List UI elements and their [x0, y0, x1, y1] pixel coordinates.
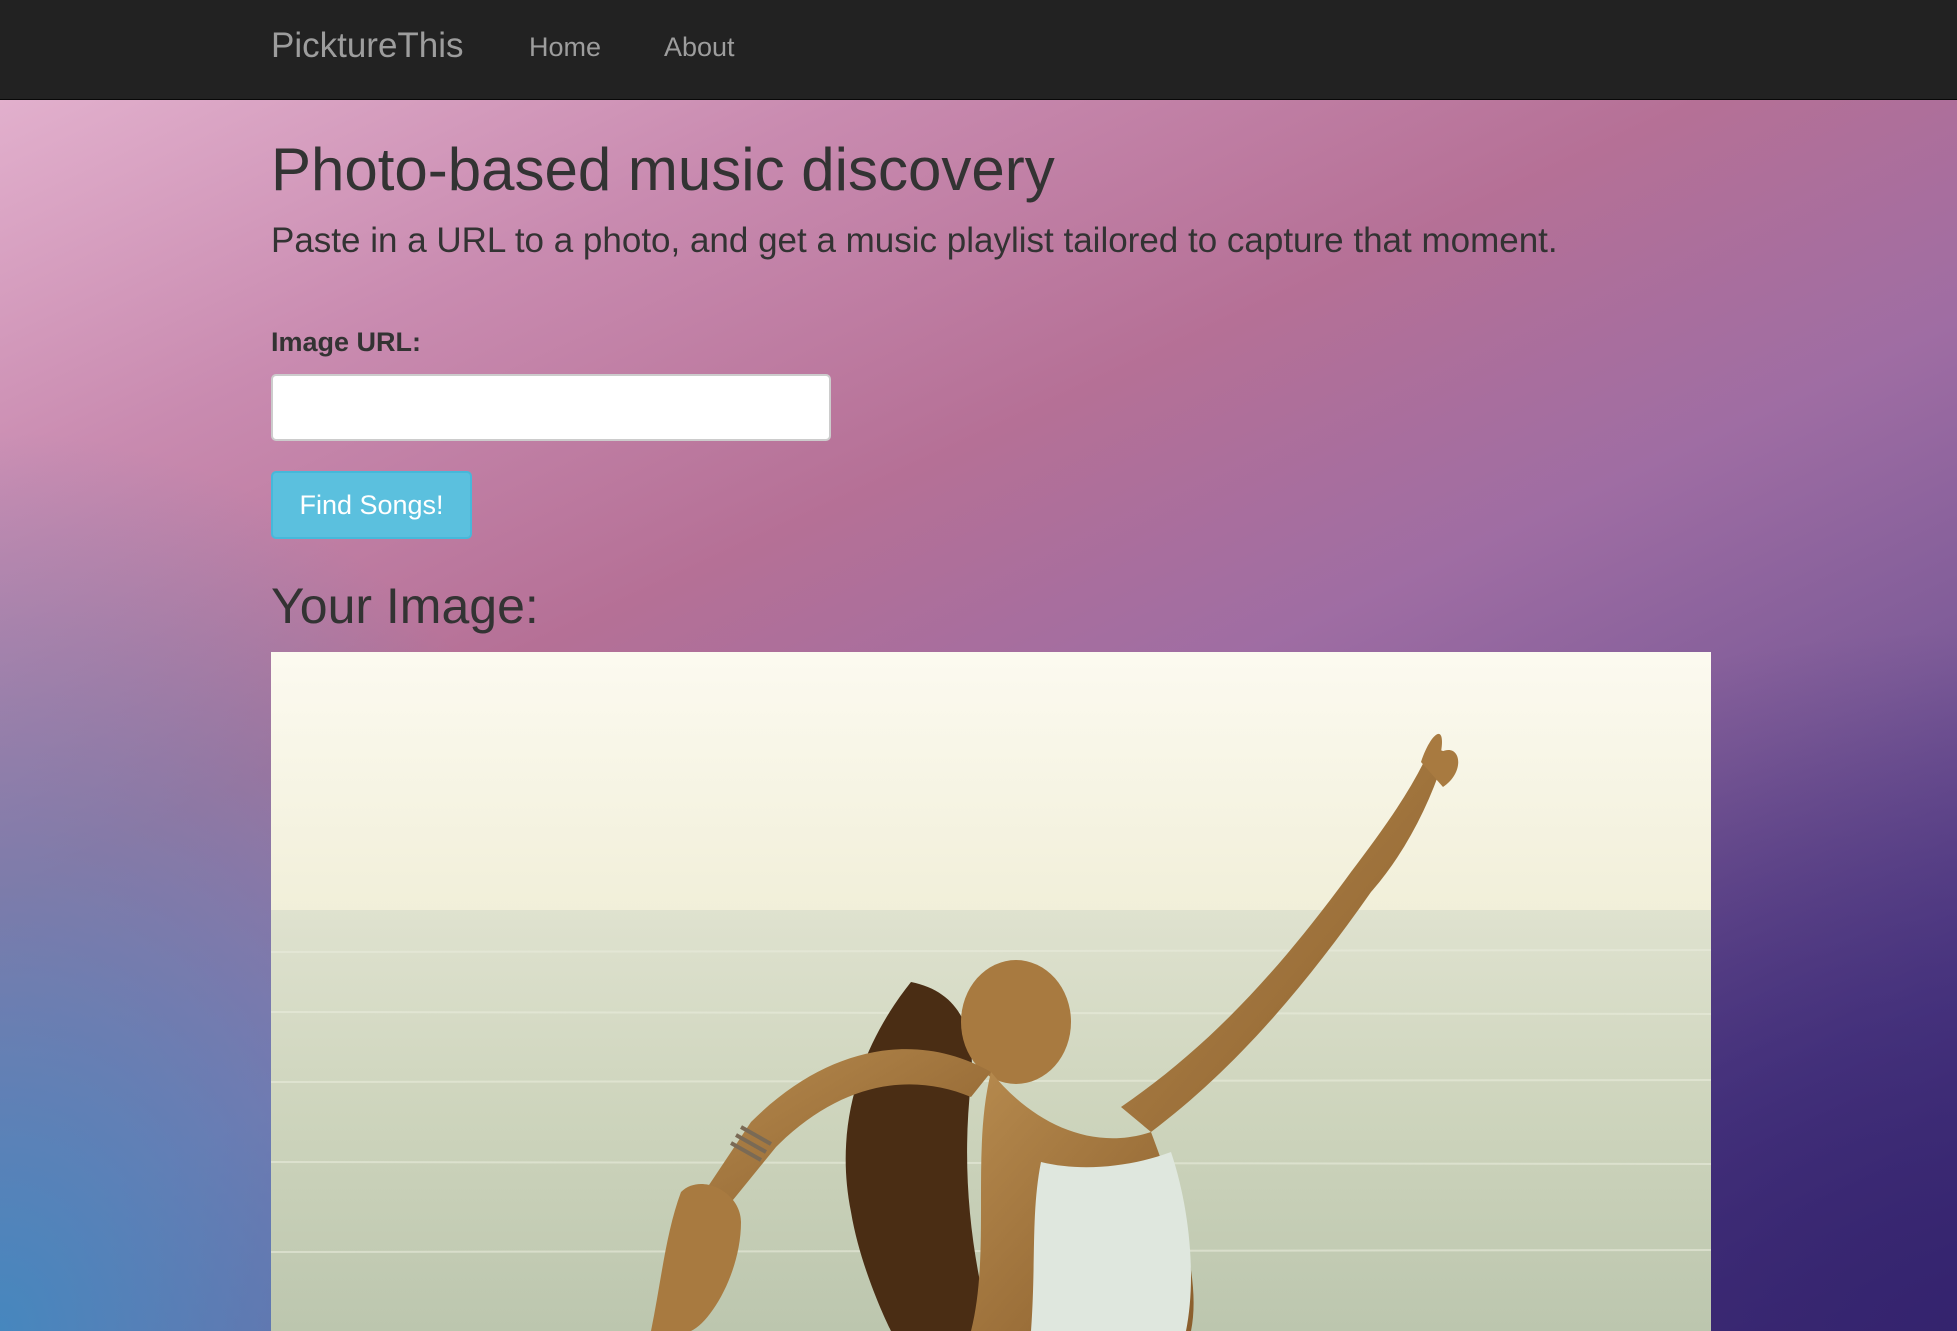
- brand-link[interactable]: PicktureThis: [271, 26, 464, 66]
- image-url-input[interactable]: [271, 374, 831, 441]
- page-title: Photo-based music discovery: [271, 136, 1055, 203]
- top-navbar: PicktureThis Home About: [0, 0, 1957, 100]
- nav-link-home[interactable]: Home: [529, 32, 601, 63]
- page-subtitle: Paste in a URL to a photo, and get a mus…: [271, 221, 1558, 260]
- image-url-label: Image URL:: [271, 327, 422, 357]
- uploaded-photo: [271, 652, 1711, 1331]
- your-image-heading: Your Image:: [271, 578, 539, 634]
- nav-link-about[interactable]: About: [664, 32, 735, 63]
- find-songs-button[interactable]: Find Songs!: [271, 471, 472, 539]
